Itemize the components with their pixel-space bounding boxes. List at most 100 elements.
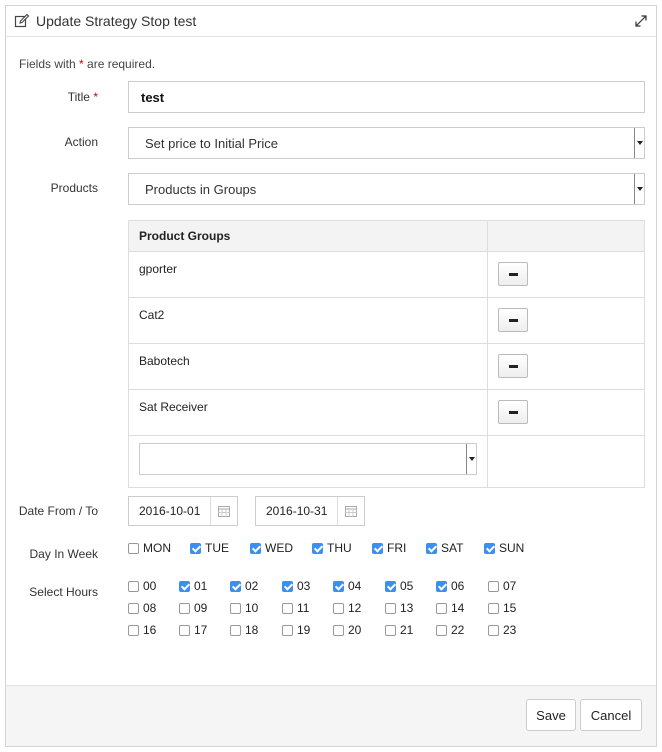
- remove-group-button[interactable]: [498, 400, 528, 424]
- hour-checkbox-label: 13: [400, 601, 414, 615]
- hour-checkbox-13[interactable]: 13: [385, 601, 413, 615]
- hour-checkbox-09[interactable]: 09: [179, 601, 207, 615]
- hour-checkbox-00[interactable]: 00: [128, 579, 156, 593]
- checkbox[interactable]: [230, 580, 241, 592]
- hour-checkbox-label: 09: [194, 601, 208, 615]
- hour-checkbox-19[interactable]: 19: [282, 623, 310, 637]
- day-checkbox-label: TUE: [205, 541, 229, 555]
- remove-group-button[interactable]: [498, 262, 528, 286]
- checkbox[interactable]: [282, 602, 293, 614]
- hour-checkbox-18[interactable]: 18: [230, 623, 258, 637]
- hour-checkbox-15[interactable]: 15: [488, 601, 516, 615]
- day-checkbox-tue[interactable]: TUE: [190, 541, 229, 555]
- checkbox[interactable]: [372, 542, 383, 554]
- hour-checkbox-label: 01: [194, 579, 208, 593]
- expand-icon[interactable]: [634, 14, 648, 28]
- checkbox[interactable]: [436, 580, 447, 592]
- date-label: Date From / To: [18, 504, 98, 518]
- remove-group-button[interactable]: [498, 308, 528, 332]
- hour-checkbox-label: 19: [297, 623, 311, 637]
- day-checkbox-mon[interactable]: MON: [128, 541, 171, 555]
- checkbox[interactable]: [385, 602, 396, 614]
- day-checkbox-label: THU: [327, 541, 352, 555]
- checkbox[interactable]: [436, 602, 447, 614]
- hour-checkbox-14[interactable]: 14: [436, 601, 464, 615]
- checkbox[interactable]: [484, 542, 495, 554]
- hour-checkbox-20[interactable]: 20: [333, 623, 361, 637]
- hour-checkbox-03[interactable]: 03: [282, 579, 310, 593]
- table-row: Cat2: [128, 297, 645, 344]
- checkbox[interactable]: [312, 542, 323, 554]
- add-group-select[interactable]: [139, 443, 477, 475]
- hour-checkbox-label: 06: [451, 579, 465, 593]
- checkbox[interactable]: [179, 580, 190, 592]
- hour-checkbox-16[interactable]: 16: [128, 623, 156, 637]
- chevron-down-icon: [634, 174, 644, 204]
- day-checkbox-label: SAT: [441, 541, 464, 555]
- hour-checkbox-17[interactable]: 17: [179, 623, 207, 637]
- day-checkbox-thu[interactable]: THU: [312, 541, 352, 555]
- required-note: Fields with * are required.: [19, 57, 156, 71]
- cancel-button[interactable]: Cancel: [580, 699, 642, 731]
- checkbox[interactable]: [385, 580, 396, 592]
- checkbox[interactable]: [128, 624, 139, 636]
- hour-checkbox-11[interactable]: 11: [282, 601, 309, 615]
- hour-checkbox-06[interactable]: 06: [436, 579, 464, 593]
- checkbox[interactable]: [333, 580, 344, 592]
- checkbox[interactable]: [128, 542, 139, 554]
- checkbox[interactable]: [436, 624, 447, 636]
- select-hours-label: Select Hours: [29, 585, 98, 599]
- hour-checkbox-08[interactable]: 08: [128, 601, 156, 615]
- products-label: Products: [50, 181, 98, 195]
- checkbox[interactable]: [488, 602, 499, 614]
- checkbox[interactable]: [385, 624, 396, 636]
- hour-checkbox-01[interactable]: 01: [179, 579, 207, 593]
- day-checkbox-group: MON TUE WED THU FRI SAT SUN: [128, 541, 548, 559]
- checkbox[interactable]: [282, 624, 293, 636]
- day-checkbox-sat[interactable]: SAT: [426, 541, 463, 555]
- day-checkbox-wed[interactable]: WED: [250, 541, 293, 555]
- hour-checkbox-12[interactable]: 12: [333, 601, 361, 615]
- date-to-field[interactable]: 2016-10-31: [255, 496, 366, 526]
- title-input[interactable]: test: [128, 81, 645, 113]
- hour-checkbox-23[interactable]: 23: [488, 623, 516, 637]
- day-checkbox-label: WED: [265, 541, 293, 555]
- remove-group-button[interactable]: [498, 354, 528, 378]
- checkbox[interactable]: [128, 602, 139, 614]
- hour-checkbox-22[interactable]: 22: [436, 623, 464, 637]
- checkbox[interactable]: [282, 580, 293, 592]
- groups-header-actions: [487, 220, 645, 252]
- dialog-header: Update Strategy Stop test: [6, 6, 656, 37]
- day-checkbox-label: FRI: [387, 541, 407, 555]
- hour-checkbox-label: 00: [143, 579, 157, 593]
- checkbox[interactable]: [250, 542, 261, 554]
- checkbox[interactable]: [190, 542, 201, 554]
- hour-checkbox-21[interactable]: 21: [385, 623, 413, 637]
- group-name: Cat2: [128, 297, 488, 344]
- checkbox[interactable]: [179, 624, 190, 636]
- hour-checkbox-05[interactable]: 05: [385, 579, 413, 593]
- checkbox[interactable]: [230, 602, 241, 614]
- update-strategy-dialog: Update Strategy Stop test Fields with * …: [5, 5, 657, 747]
- checkbox[interactable]: [230, 624, 241, 636]
- hour-checkbox-label: 23: [503, 623, 517, 637]
- checkbox[interactable]: [128, 580, 139, 592]
- day-checkbox-fri[interactable]: FRI: [372, 541, 406, 555]
- save-button[interactable]: Save: [526, 699, 576, 731]
- checkbox[interactable]: [179, 602, 190, 614]
- date-from-field[interactable]: 2016-10-01: [128, 496, 239, 526]
- hour-checkbox-07[interactable]: 07: [488, 579, 516, 593]
- hour-checkbox-label: 20: [348, 623, 362, 637]
- checkbox[interactable]: [333, 602, 344, 614]
- checkbox[interactable]: [488, 580, 499, 592]
- hour-checkbox-label: 07: [503, 579, 517, 593]
- products-select[interactable]: Products in Groups: [128, 173, 645, 205]
- checkbox[interactable]: [426, 542, 437, 554]
- day-checkbox-sun[interactable]: SUN: [484, 541, 524, 555]
- hour-checkbox-10[interactable]: 10: [230, 601, 258, 615]
- checkbox[interactable]: [488, 624, 499, 636]
- action-select[interactable]: Set price to Initial Price: [128, 127, 645, 159]
- checkbox[interactable]: [333, 624, 344, 636]
- hour-checkbox-04[interactable]: 04: [333, 579, 361, 593]
- hour-checkbox-02[interactable]: 02: [230, 579, 258, 593]
